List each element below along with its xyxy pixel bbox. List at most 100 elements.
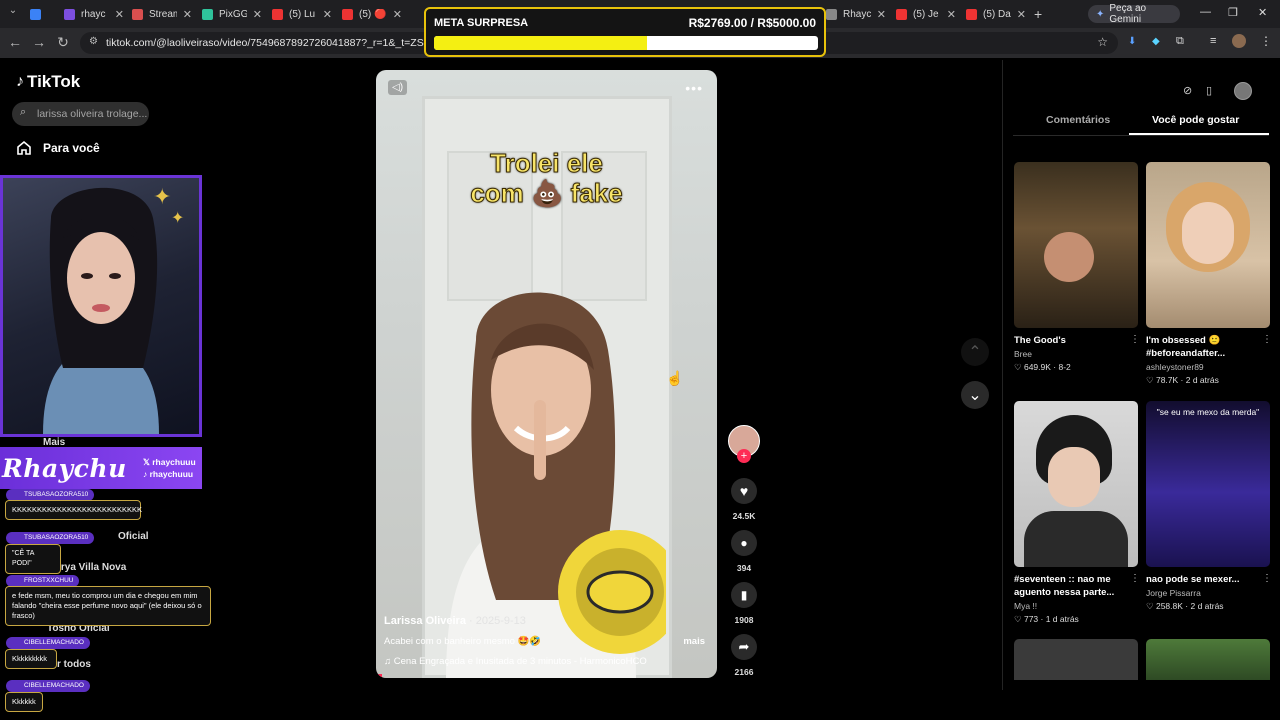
share-arrow-icon: ➦ [738, 639, 750, 654]
card-author: Mya !! [1014, 601, 1038, 611]
gemini-icon: ✦ [1096, 8, 1105, 20]
next-video-button[interactable]: ⌄ [961, 381, 989, 409]
suggested-video-card[interactable]: The Good's Bree ♡ 649.9K · 8-2 ⋮ [1014, 162, 1140, 373]
suggested-video-card-partial[interactable] [1146, 639, 1270, 680]
tab-search-list-icon[interactable]: ≡ [1210, 35, 1216, 47]
gemini-button[interactable]: ✦ Peça ao Gemini [1088, 3, 1180, 25]
card-meta: ♡ 78.7K · 2 d atrás [1146, 375, 1219, 385]
extensions-puzzle-icon[interactable]: ⧉ [1176, 35, 1184, 48]
tab-close-icon[interactable]: ✕ [947, 8, 956, 21]
tab-favicon [272, 8, 283, 20]
restore-icon[interactable]: ❐ [1228, 6, 1238, 19]
suggested-video-card[interactable]: I'm obsessed 🙂 #beforeandafter... ashley… [1146, 162, 1272, 386]
tab-close-icon[interactable]: ✕ [877, 8, 886, 21]
bookmark-star-icon[interactable]: ☆ [1097, 35, 1108, 49]
comment-button[interactable]: ● [731, 530, 757, 556]
browser-tab[interactable]: Rhayc ✕ [826, 4, 886, 24]
tiktok-handle-text: rhaychuuu [149, 469, 194, 479]
site-info-icon[interactable]: ⚙ [89, 36, 98, 47]
video-sound[interactable]: ♫ Cena Engraçada e Inusitada de 3 minuto… [384, 656, 647, 667]
tab-close-icon[interactable]: ✕ [1017, 8, 1026, 21]
video-thumbnail [1146, 162, 1270, 328]
suggested-video-card[interactable]: "se eu me mexo da merda" nao pode se mex… [1146, 401, 1272, 612]
chat-message: Kkkkkk [5, 692, 43, 712]
tab-divider [1013, 135, 1269, 136]
browser-tab[interactable]: (5) Da ✕ [966, 4, 1026, 24]
suggested-video-card[interactable]: #seventeen :: nao me aguento nessa parte… [1014, 401, 1140, 625]
card-more-icon[interactable]: ⋮ [1130, 334, 1140, 345]
video-date: · 2025-9-13 [469, 615, 526, 627]
sidebar-account-label[interactable]: Oficial [118, 531, 149, 542]
tab-close-icon[interactable]: ✕ [393, 8, 402, 21]
browser-tab[interactable]: PixGG ✕ [202, 4, 262, 24]
stream-name-banner: Rhaychu 𝕏 rhaychuuu ♪ rhaychuuu [0, 447, 202, 489]
search-input[interactable]: ⌕ larissa oliveira trolage... [12, 102, 149, 126]
tab-close-icon[interactable]: ✕ [253, 8, 262, 21]
sidebar-see-all[interactable]: r todos [57, 659, 91, 670]
video-description: Acabei com o banheiro mesmo 🤩🤣 [384, 636, 542, 647]
tab-search-icon[interactable]: ⌄ [4, 5, 22, 16]
close-window-icon[interactable]: ✕ [1258, 6, 1267, 19]
save-button[interactable]: ▮ [731, 582, 757, 608]
suggested-video-card-partial[interactable] [1014, 639, 1138, 680]
previous-video-button[interactable]: ⌃ [961, 338, 989, 366]
tab-pinned[interactable] [30, 4, 56, 24]
tab-label: (5) Lu [289, 8, 316, 20]
browser-tab[interactable]: (5) Lu ✕ [272, 4, 332, 24]
tab-close-icon[interactable]: ✕ [183, 8, 192, 21]
thumbnail-overlay-text: "se eu me mexo da merda" [1156, 407, 1260, 417]
like-button[interactable]: ♥ [731, 478, 757, 504]
forward-icon[interactable]: → [30, 34, 48, 50]
follow-plus-icon[interactable]: + [737, 449, 751, 463]
download-icon[interactable]: ⬇ [1128, 36, 1136, 47]
device-icon[interactable]: ▯ [1206, 84, 1212, 97]
menu-kebab-icon[interactable]: ⋮ [1260, 34, 1272, 48]
card-more-icon[interactable]: ⋮ [1130, 573, 1140, 584]
tab-close-icon[interactable]: ✕ [323, 8, 332, 21]
video-thumbnail [1014, 162, 1138, 328]
card-meta: ♡ 649.9K · 8-2 [1014, 362, 1071, 372]
new-tab-button[interactable]: + [1034, 4, 1042, 24]
profile-avatar[interactable] [1232, 34, 1246, 48]
card-title: The Good's [1014, 335, 1066, 346]
streamer-figure [43, 187, 159, 434]
card-more-icon[interactable]: ⋮ [1262, 573, 1272, 584]
card-more-icon[interactable]: ⋮ [1262, 334, 1272, 345]
volume-icon[interactable]: ◁) [388, 80, 408, 95]
tab-favicon [132, 8, 143, 20]
mouse-cursor-icon: ☝ [666, 370, 684, 386]
share-button[interactable]: ➦ [731, 634, 757, 660]
video-caption-line-1: Trolei ele [490, 148, 604, 179]
browser-tab[interactable]: Stream ✕ [132, 4, 192, 24]
goal-overlay: META SURPRESA R$2769.00 / R$5000.00 [424, 7, 826, 57]
card-title-line-2: aguento nessa parte... [1014, 587, 1115, 598]
compass-icon[interactable]: ⊘ [1183, 84, 1192, 97]
tab-comments[interactable]: Comentários [1046, 114, 1110, 126]
user-avatar[interactable] [1234, 82, 1252, 100]
video-progress-bar[interactable] [376, 674, 382, 678]
browser-tab[interactable]: (5) Je ✕ [896, 4, 956, 24]
back-icon[interactable]: ← [6, 34, 24, 50]
tab-label: rhayc [81, 8, 106, 20]
search-icon: ⌕ [20, 106, 27, 118]
video-more-options-icon[interactable]: ••• [685, 80, 703, 96]
browser-tab[interactable]: (5) 🔴 ✕ [342, 4, 402, 24]
tiktok-logo[interactable]: ♪ TikTok [16, 72, 80, 92]
browser-tab[interactable]: rhayc ✕ [64, 4, 124, 24]
video-caption-line-2: com 💩 fake [470, 178, 623, 209]
minimize-icon[interactable]: — [1200, 6, 1211, 18]
tab-close-icon[interactable]: ✕ [115, 8, 124, 21]
tiktok-handle: ♪ rhaychuuu [143, 469, 194, 479]
extension-icon[interactable]: ◆ [1152, 36, 1160, 47]
video-author[interactable]: Larissa Oliveira · 2025-9-13 [384, 615, 526, 627]
reload-icon[interactable]: ↻ [54, 34, 72, 51]
x-handle-text: rhaychuuu [152, 457, 196, 467]
goal-title: META SURPRESA [434, 17, 529, 29]
tiktok-logo-text: TikTok [27, 72, 81, 91]
chat-message: "CÊ TA PODI" [5, 544, 61, 574]
nav-for-you[interactable]: Para você [16, 140, 100, 156]
video-more-link[interactable]: mais [683, 636, 705, 647]
tab-label: PixGG [219, 8, 247, 20]
tab-suggested[interactable]: Você pode gostar [1152, 114, 1239, 126]
save-count: 1908 [734, 615, 754, 625]
